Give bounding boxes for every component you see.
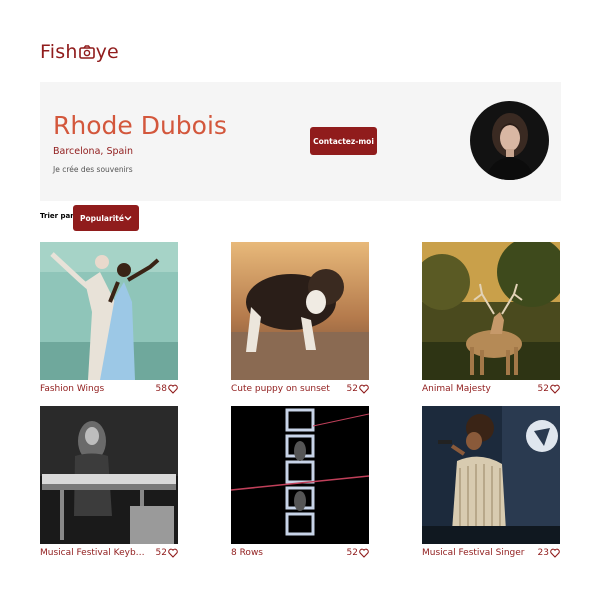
photographer-avatar [470, 101, 549, 180]
like-button[interactable]: 52 [347, 384, 369, 394]
media-card[interactable]: Animal Majesty 52 [422, 242, 560, 394]
media-title: Cute puppy on sunset [231, 384, 330, 394]
logo-text-left: Fish [40, 41, 78, 63]
media-thumbnail[interactable] [231, 242, 369, 380]
media-thumbnail[interactable] [231, 406, 369, 544]
media-thumbnail[interactable] [422, 242, 560, 380]
fisheye-logo[interactable]: Fish ye [40, 41, 119, 63]
media-thumbnail[interactable] [422, 406, 560, 544]
camera-icon [78, 45, 95, 59]
like-count: 52 [155, 548, 167, 558]
media-title: Musical Festival Singer [422, 548, 525, 558]
like-button[interactable]: 52 [538, 384, 560, 394]
heart-icon [168, 384, 178, 394]
media-card[interactable]: Musical Festival Keyboa... 52 [40, 406, 178, 558]
like-count: 52 [346, 548, 358, 558]
sort-label: Trier par [40, 212, 74, 220]
heart-icon [550, 548, 560, 558]
media-card[interactable]: Musical Festival Singer 23 [422, 406, 560, 558]
like-count: 52 [537, 384, 549, 394]
heart-icon [550, 384, 560, 394]
like-count: 52 [346, 384, 358, 394]
heart-icon [359, 384, 369, 394]
media-card[interactable]: 8 Rows 52 [231, 406, 369, 558]
photographer-name: Rhode Dubois [53, 111, 227, 140]
like-count: 23 [537, 548, 549, 558]
logo-text-right: ye [95, 41, 119, 63]
media-title: Fashion Wings [40, 384, 105, 394]
media-title: Animal Majesty [422, 384, 491, 394]
media-thumbnail[interactable] [40, 406, 178, 544]
sort-dropdown[interactable]: Popularité [73, 205, 139, 231]
heart-icon [359, 548, 369, 558]
photographer-tagline: Je crée des souvenirs [53, 165, 133, 174]
like-button[interactable]: 52 [156, 548, 178, 558]
media-card[interactable]: Cute puppy on sunset 52 [231, 242, 369, 394]
media-title: Musical Festival Keyboa... [40, 548, 150, 558]
like-count: 58 [155, 384, 167, 394]
media-card[interactable]: Fashion Wings 58 [40, 242, 178, 394]
like-button[interactable]: 58 [156, 384, 178, 394]
chevron-down-icon [124, 216, 132, 221]
like-button[interactable]: 23 [538, 548, 560, 558]
media-title: 8 Rows [231, 548, 263, 558]
sort-selected-value: Popularité [80, 213, 124, 223]
heart-icon [168, 548, 178, 558]
photographer-location: Barcelona, Spain [53, 146, 133, 157]
photographer-header: Rhode Dubois Barcelona, Spain Je crée de… [40, 82, 561, 201]
media-thumbnail[interactable] [40, 242, 178, 380]
contact-button[interactable]: Contactez-moi [310, 127, 377, 155]
like-button[interactable]: 52 [347, 548, 369, 558]
